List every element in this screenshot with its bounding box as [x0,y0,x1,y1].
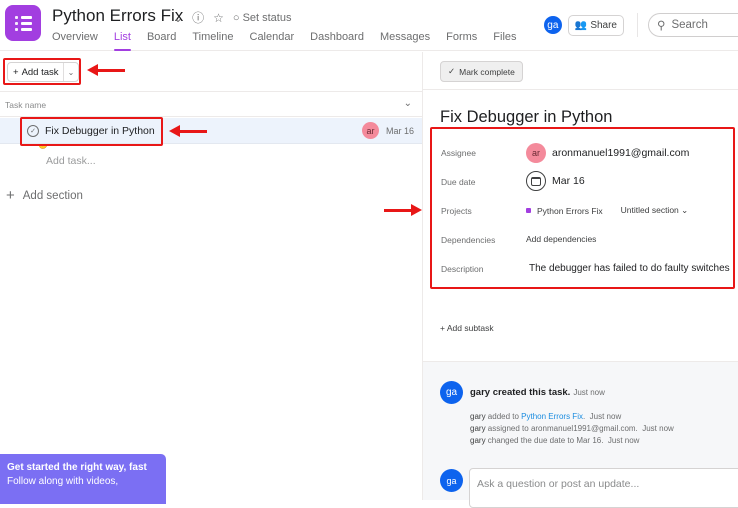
project-link[interactable]: Python Errors Fix [521,412,583,421]
task-list-pane: + Add task ⌄ ☝ Task name ⌄ ✓ Fix Debugge… [0,52,422,504]
description-label: Description [441,264,484,274]
project-link[interactable]: Python Errors Fix [537,206,603,216]
annotation-arrow [384,204,422,216]
check-icon: ✓ [448,66,456,76]
mark-complete-button[interactable]: ✓ Mark complete [440,61,523,82]
tab-messages[interactable]: Messages [380,31,430,51]
chevron-down-icon[interactable]: ⌄ [404,98,412,109]
divider [423,89,738,90]
activity-line: gary assigned to aronmanuel1991@gmail.co… [470,424,674,433]
activity-feed: ga gary created this task. Just now gary … [423,361,738,508]
dependencies-label: Dependencies [441,235,496,245]
plus-icon: + [6,187,15,204]
project-color-icon [526,208,531,213]
annotation-arrow [87,64,125,76]
project-title[interactable]: Python Errors Fix [52,6,183,26]
tab-dashboard[interactable]: Dashboard [310,31,364,51]
get-started-promo[interactable]: Get started the right way, fast Follow a… [0,454,166,504]
add-task-inline[interactable]: Add task... [46,155,96,167]
status-circle-icon: ○ [232,11,240,24]
tab-calendar[interactable]: Calendar [250,31,295,51]
project-list-icon[interactable] [5,5,41,41]
tab-board[interactable]: Board [147,31,176,51]
annotation-arrow [169,125,207,137]
search-input[interactable]: ⚲ Search [648,13,738,37]
activity-line: gary added to Python Errors Fix. Just no… [470,412,622,421]
projects-field: Python Errors Fix Untitled section ⌄ [526,205,688,216]
add-section-button[interactable]: + Add section [6,187,83,204]
tab-list[interactable]: List [113,31,132,51]
comment-input[interactable]: Ask a question or post an update... [469,468,738,508]
due-date-field[interactable]: Mar 16 [526,171,585,191]
section-dropdown[interactable]: Untitled section ⌄ [621,205,689,216]
info-icon[interactable]: ⓘ [192,9,204,26]
due-date-label: Due date [441,177,476,187]
activity-created: gary created this task. Just now [470,387,605,398]
tab-forms[interactable]: Forms [446,31,477,51]
due-date[interactable]: Mar 16 [386,126,414,136]
tab-files[interactable]: Files [493,31,516,51]
task-detail-pane: ✓ Mark complete Fix Debugger in Python A… [422,52,738,508]
add-subtask-button[interactable]: + Add subtask [440,323,494,333]
annotation-box [3,58,81,85]
projects-label: Projects [441,206,472,216]
plus-icon: + [440,323,447,333]
people-icon: 👥 [574,19,588,31]
share-button[interactable]: 👥 Share [567,14,624,36]
annotation-box [20,117,163,146]
activity-line: gary changed the due date to Mar 16. Jus… [470,436,640,445]
project-tabs: Overview List Board Timeline Calendar Da… [52,31,533,51]
star-icon[interactable]: ☆ [213,11,224,25]
description-field[interactable]: The debugger has failed to do faulty swi… [529,263,730,274]
divider [637,13,638,37]
user-avatar[interactable]: ga [543,16,562,34]
tab-timeline[interactable]: Timeline [192,31,233,51]
task-name-column[interactable]: Task name [5,100,46,110]
assignee-label: Assignee [441,148,476,158]
search-icon: ⚲ [657,20,666,32]
comment-avatar: ga [440,469,463,492]
task-title[interactable]: Fix Debugger in Python [440,108,612,127]
add-dependencies-button[interactable]: Add dependencies [526,234,596,244]
activity-lines: gary added to Python Errors Fix. Just no… [470,411,674,447]
set-status-button[interactable]: ○ Set status [233,12,292,24]
tab-overview[interactable]: Overview [52,31,98,51]
assignee-avatar: ar [526,143,546,163]
chevron-down-icon[interactable]: ⌄ [173,11,183,25]
assignee-avatar[interactable]: ar [362,122,379,139]
calendar-icon [526,171,546,191]
project-header: Python Errors Fix ⌄ ⓘ ☆ ○ Set status Ove… [0,0,738,51]
chevron-down-icon: ⌄ [681,205,689,215]
column-header: Task name ⌄ [0,91,422,117]
activity-avatar[interactable]: ga [440,381,463,404]
assignee-field[interactable]: ar aronmanuel1991@gmail.com [526,143,689,163]
